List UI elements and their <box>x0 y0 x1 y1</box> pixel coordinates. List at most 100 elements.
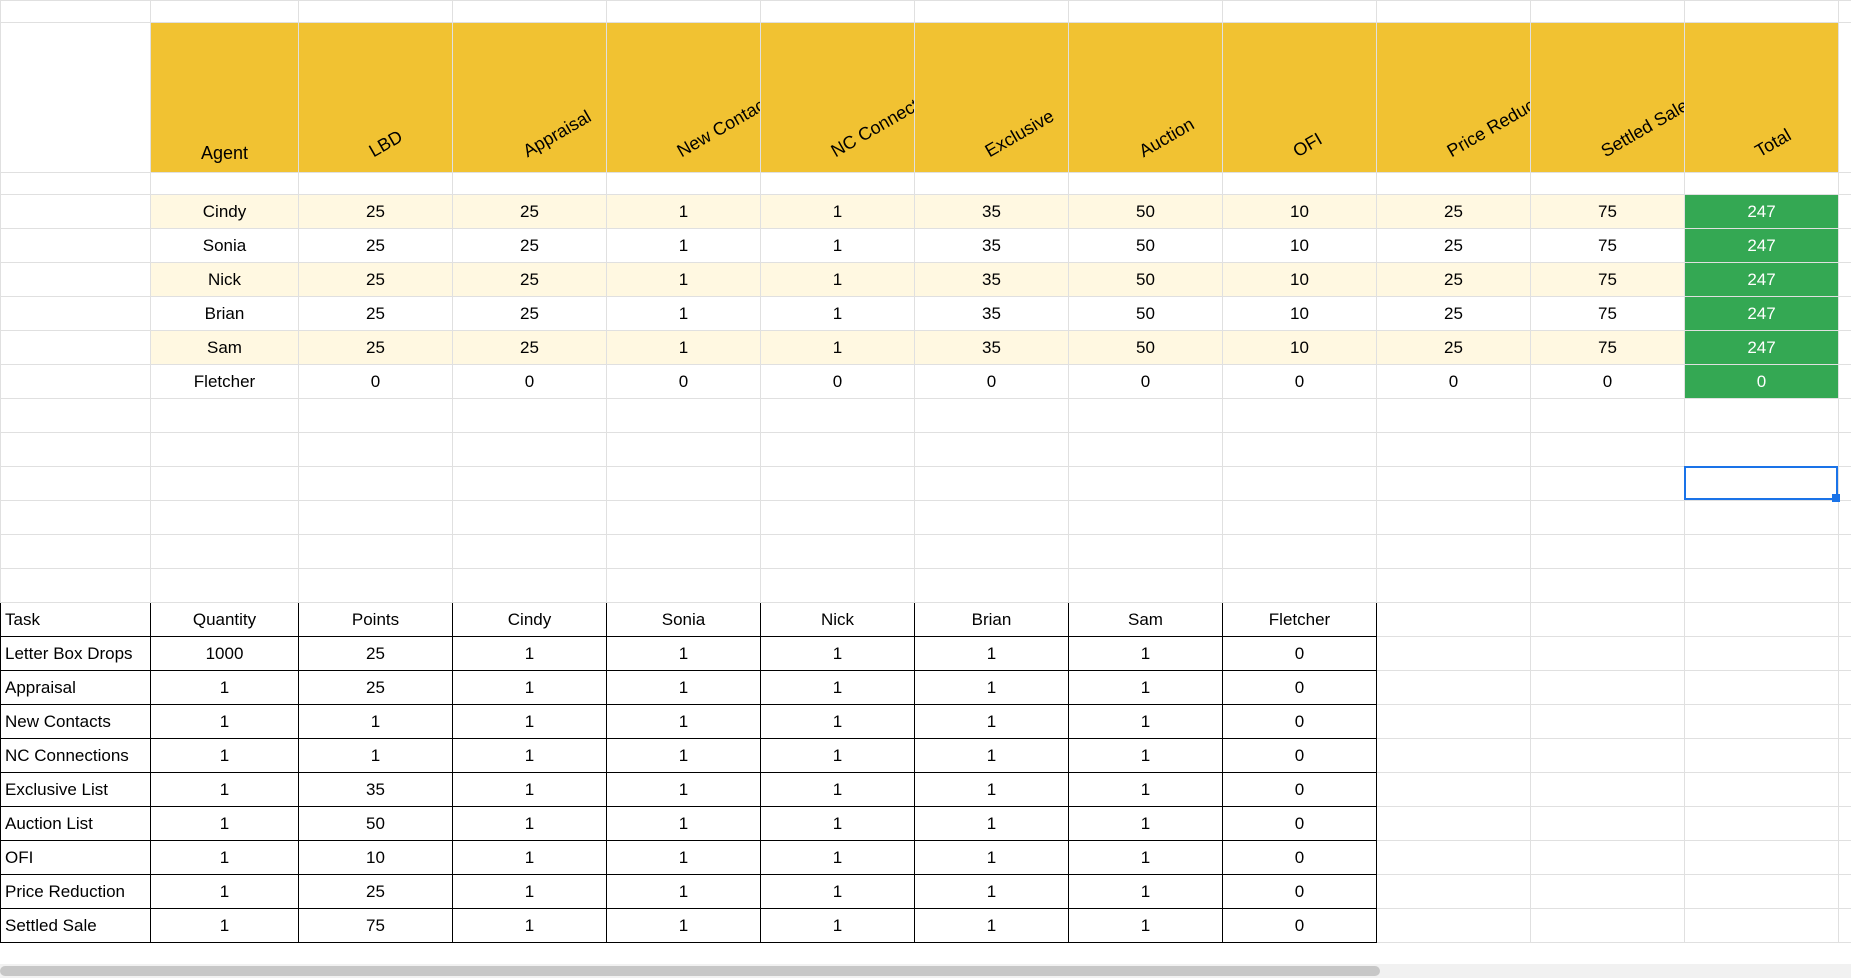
cell[interactable]: 25 <box>299 297 453 331</box>
cell[interactable] <box>1377 739 1531 773</box>
cell[interactable]: 1 <box>761 229 915 263</box>
cell[interactable]: Fletcher <box>1223 603 1377 637</box>
task-label[interactable]: Exclusive List <box>1 773 151 807</box>
cell[interactable]: 1 <box>453 841 607 875</box>
task-header-row[interactable]: TaskQuantityPointsCindySoniaNickBrianSam… <box>1 603 1851 637</box>
cell[interactable]: 75 <box>1531 297 1685 331</box>
cell[interactable]: 1 <box>761 263 915 297</box>
cell[interactable]: 1 <box>761 909 915 943</box>
cell[interactable]: Cindy <box>453 603 607 637</box>
cell[interactable]: 1 <box>761 841 915 875</box>
agent-total[interactable]: 247 <box>1685 229 1839 263</box>
task-label[interactable]: New Contacts <box>1 705 151 739</box>
cell[interactable]: 1 <box>761 705 915 739</box>
grid-table[interactable]: Agent LBD Appraisal New Contact NC Conne… <box>0 0 1851 943</box>
header-ofi[interactable]: OFI <box>1223 23 1377 173</box>
cell[interactable]: 1 <box>761 331 915 365</box>
cell[interactable]: 10 <box>1223 229 1377 263</box>
cell[interactable]: 1 <box>1069 875 1223 909</box>
agent-row[interactable]: Sonia2525113550102575247 <box>1 229 1851 263</box>
task-label[interactable]: Appraisal <box>1 671 151 705</box>
cell[interactable]: 75 <box>1531 263 1685 297</box>
cell[interactable]: 50 <box>1069 331 1223 365</box>
task-label[interactable]: Settled Sale <box>1 909 151 943</box>
cell[interactable] <box>1531 773 1685 807</box>
cell[interactable]: 0 <box>1223 807 1377 841</box>
header-auction[interactable]: Auction <box>1069 23 1223 173</box>
cell[interactable] <box>1377 705 1531 739</box>
task-label[interactable]: NC Connections <box>1 739 151 773</box>
horizontal-scrollbar[interactable] <box>0 964 1851 978</box>
cell[interactable]: 1 <box>151 841 299 875</box>
task-row[interactable]: Letter Box Drops100025111110 <box>1 637 1851 671</box>
task-label[interactable]: Auction List <box>1 807 151 841</box>
cell[interactable]: 1 <box>607 705 761 739</box>
cell[interactable]: 1 <box>761 875 915 909</box>
empty-row[interactable] <box>1 467 1851 501</box>
cell[interactable]: 1 <box>915 841 1069 875</box>
cell[interactable]: 1 <box>453 637 607 671</box>
cell[interactable]: 0 <box>607 365 761 399</box>
cell[interactable]: 1 <box>453 807 607 841</box>
cell[interactable] <box>1839 909 1851 943</box>
cell[interactable] <box>1839 807 1851 841</box>
cell[interactable] <box>1685 909 1839 943</box>
cell[interactable] <box>1377 841 1531 875</box>
empty-row[interactable] <box>1 501 1851 535</box>
cell[interactable] <box>1685 773 1839 807</box>
scrollbar-thumb[interactable] <box>0 966 1380 976</box>
cell[interactable]: 1 <box>1069 705 1223 739</box>
cell[interactable]: 25 <box>299 331 453 365</box>
cell[interactable] <box>1685 671 1839 705</box>
cell[interactable]: 35 <box>915 263 1069 297</box>
cell[interactable]: 1 <box>607 909 761 943</box>
cell[interactable] <box>1377 909 1531 943</box>
cell[interactable]: 1 <box>1069 739 1223 773</box>
cell[interactable] <box>1531 705 1685 739</box>
cell[interactable]: 0 <box>1223 365 1377 399</box>
cell[interactable]: 1 <box>607 195 761 229</box>
cell[interactable]: 1 <box>453 705 607 739</box>
cell[interactable]: 25 <box>1377 263 1531 297</box>
cell[interactable]: 1 <box>151 807 299 841</box>
cell[interactable]: 1 <box>299 739 453 773</box>
cell[interactable]: 1 <box>453 909 607 943</box>
cell[interactable]: 1 <box>151 909 299 943</box>
cell[interactable]: 75 <box>1531 195 1685 229</box>
header-new-contact[interactable]: New Contact <box>607 23 761 173</box>
cell[interactable]: 25 <box>453 263 607 297</box>
cell[interactable]: 0 <box>1377 365 1531 399</box>
cell[interactable]: 0 <box>1223 637 1377 671</box>
cell[interactable] <box>1839 739 1851 773</box>
cell[interactable] <box>1377 807 1531 841</box>
header-appraisal[interactable]: Appraisal <box>453 23 607 173</box>
cell[interactable]: 1 <box>1069 637 1223 671</box>
blank-row[interactable] <box>1 173 1851 195</box>
cell[interactable]: 1 <box>607 875 761 909</box>
cell[interactable]: 1 <box>607 841 761 875</box>
cell[interactable]: 0 <box>1069 365 1223 399</box>
agent-row[interactable]: Fletcher0000000000 <box>1 365 1851 399</box>
cell[interactable]: 10 <box>1223 331 1377 365</box>
task-label[interactable]: Letter Box Drops <box>1 637 151 671</box>
cell[interactable] <box>1377 671 1531 705</box>
cell[interactable]: 1 <box>299 705 453 739</box>
cell[interactable]: 1 <box>761 773 915 807</box>
cell[interactable] <box>1531 875 1685 909</box>
cell[interactable] <box>1685 807 1839 841</box>
cell[interactable]: 25 <box>299 637 453 671</box>
empty-row[interactable] <box>1 433 1851 467</box>
agent-row[interactable]: Brian2525113550102575247 <box>1 297 1851 331</box>
cell[interactable]: Sam <box>1069 603 1223 637</box>
cell[interactable]: 50 <box>1069 297 1223 331</box>
cell[interactable] <box>1531 603 1685 637</box>
cell[interactable]: 25 <box>1377 331 1531 365</box>
task-label[interactable]: Task <box>1 603 151 637</box>
cell[interactable] <box>1839 841 1851 875</box>
agent-name[interactable]: Sonia <box>151 229 299 263</box>
cell[interactable]: 1 <box>915 705 1069 739</box>
cell[interactable]: 25 <box>1377 297 1531 331</box>
cell[interactable]: 25 <box>453 297 607 331</box>
cell[interactable]: 1 <box>1069 807 1223 841</box>
cell[interactable] <box>1377 773 1531 807</box>
